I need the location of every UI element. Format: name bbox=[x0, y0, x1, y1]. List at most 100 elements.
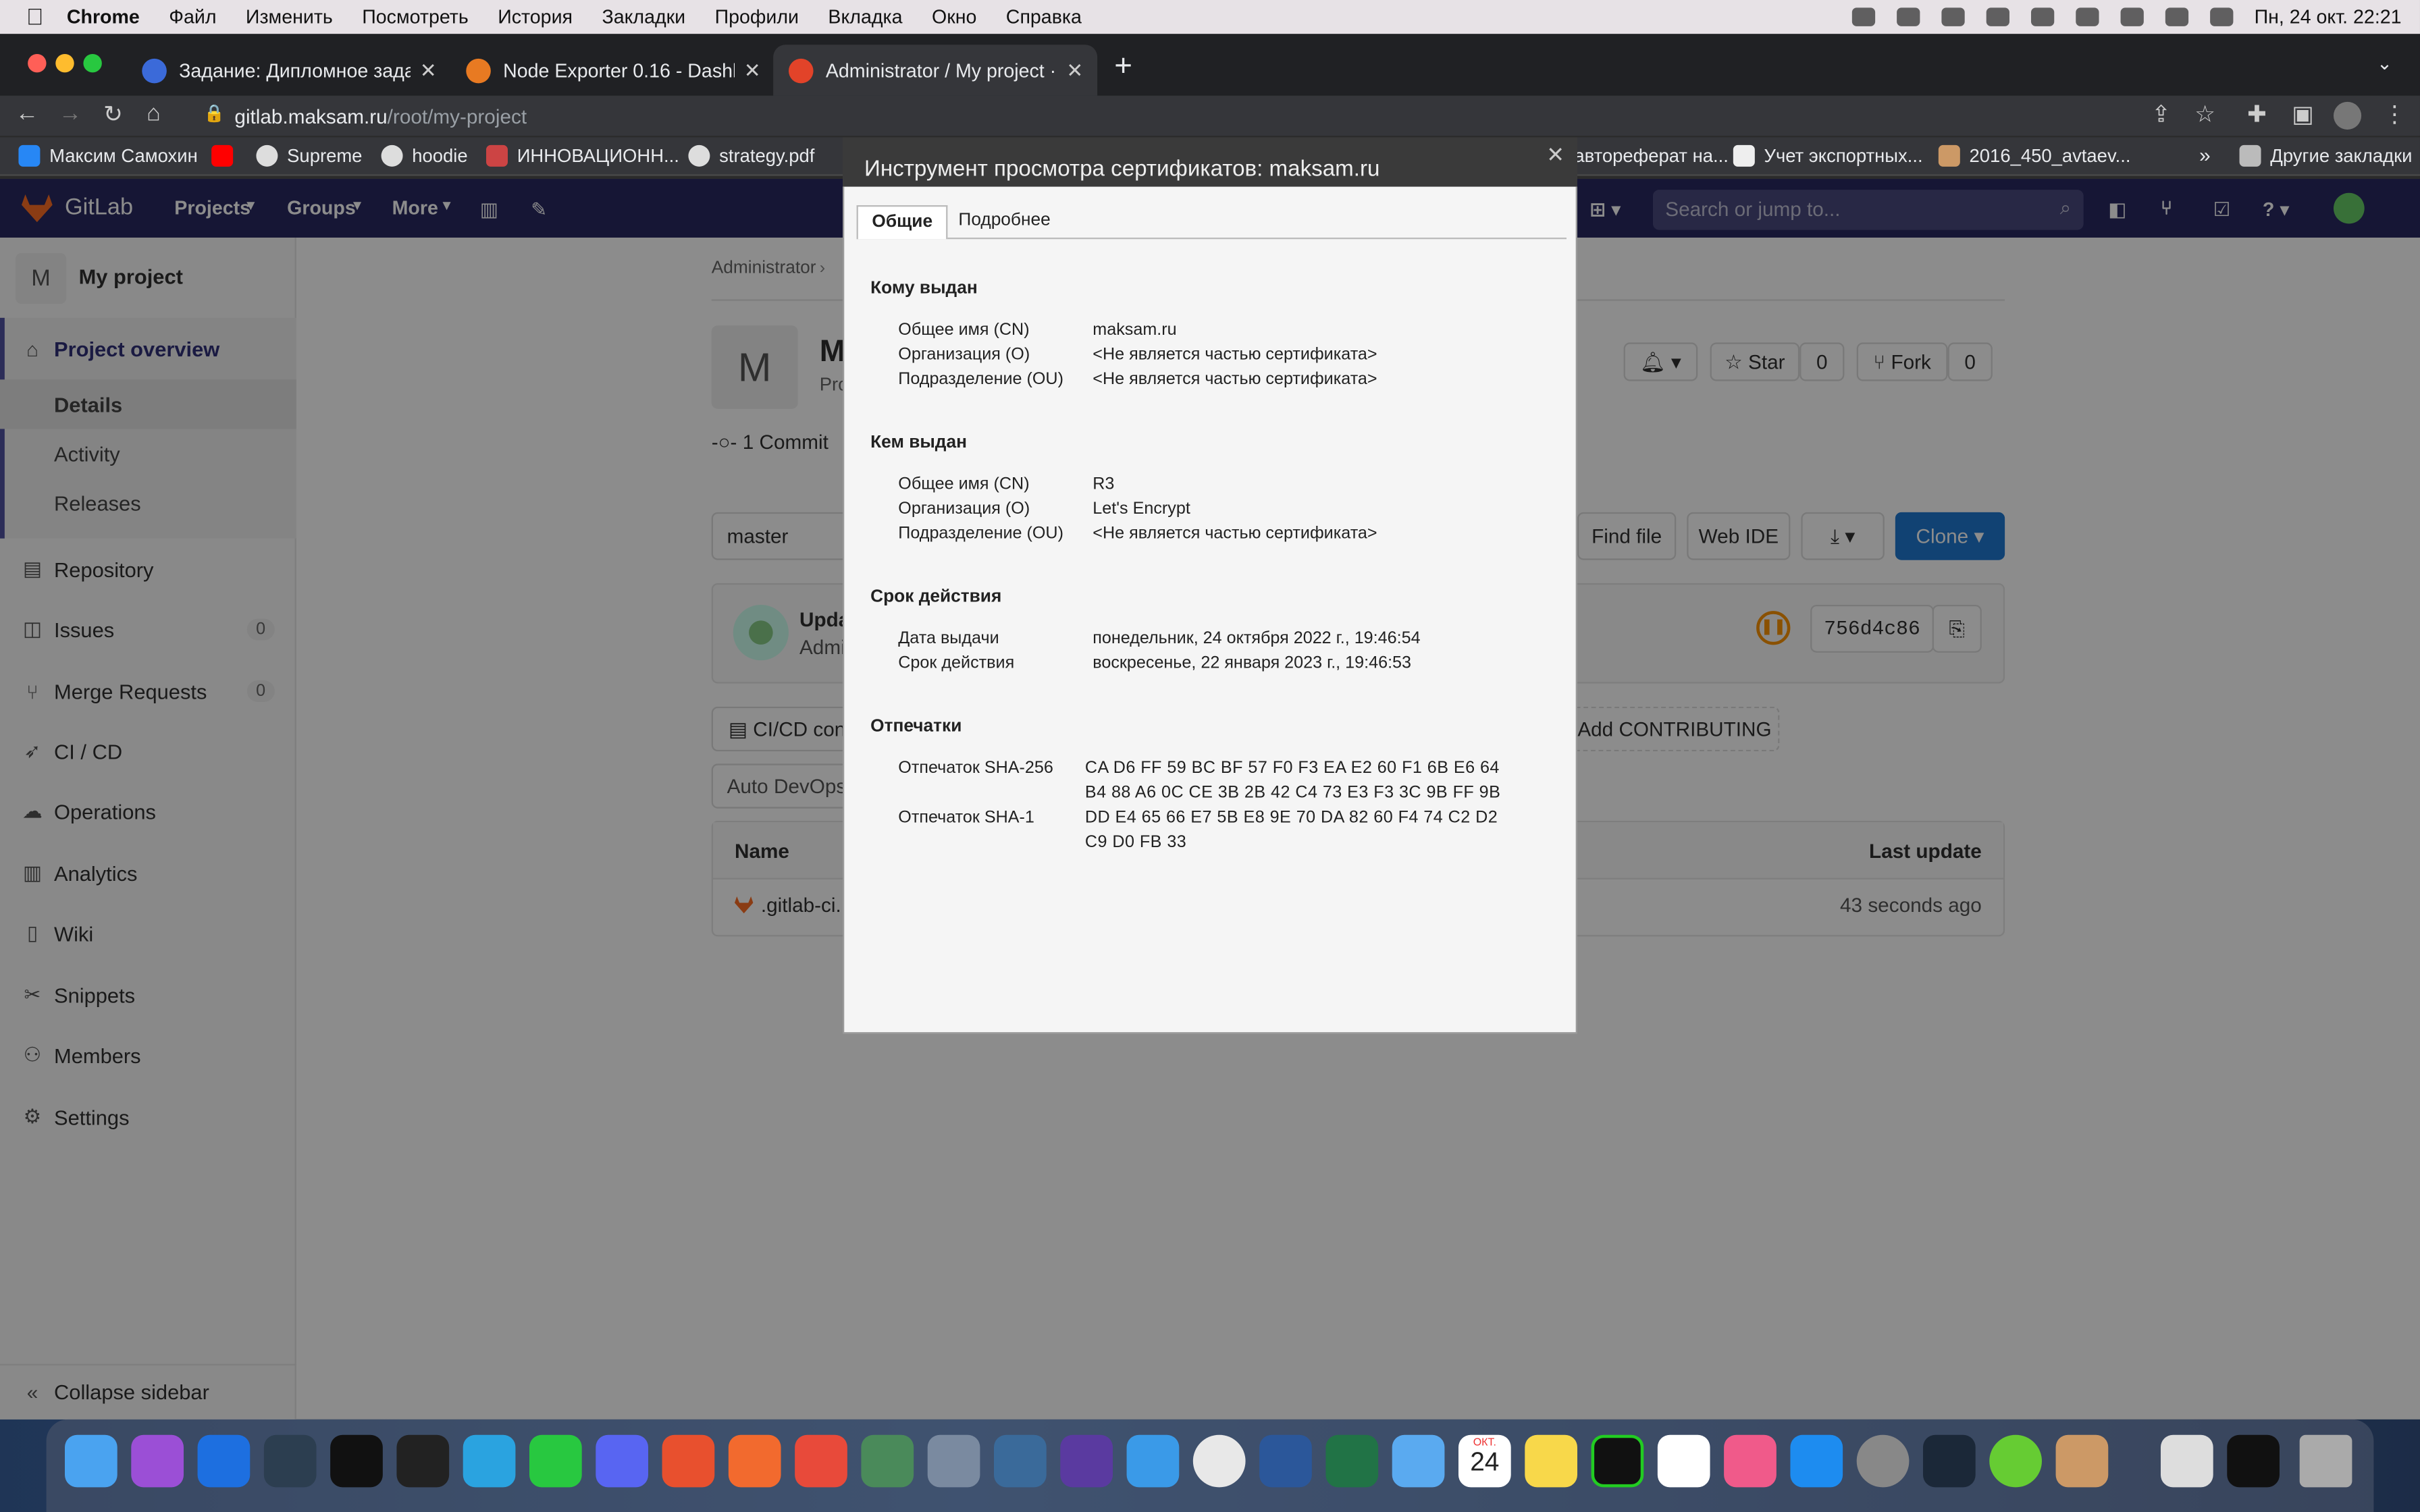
bookmark-strategy[interactable]: strategy.pdf bbox=[688, 144, 814, 167]
bookmark-supreme[interactable]: Supreme bbox=[256, 144, 362, 167]
home-icon[interactable]: ⌂ bbox=[147, 101, 161, 127]
menu-window[interactable]: Окно bbox=[932, 6, 976, 28]
share-icon[interactable]: ⇪ bbox=[2151, 101, 2171, 128]
remote-desktop-icon[interactable] bbox=[662, 1434, 715, 1488]
mysql-workbench-icon[interactable] bbox=[993, 1434, 1047, 1488]
tab-node-exporter[interactable]: Node Exporter 0.16 - Dashboard ✕ bbox=[450, 45, 771, 95]
bookmark-hoodie[interactable]: hoodie bbox=[381, 144, 468, 167]
new-tab-icon[interactable]: + bbox=[1114, 49, 1132, 85]
extensions-icon[interactable]: ✚ bbox=[2247, 101, 2267, 128]
menu-edit[interactable]: Изменить bbox=[246, 6, 333, 28]
issued-to-cn-value: maksam.ru bbox=[1093, 321, 1177, 340]
steam-icon[interactable] bbox=[1922, 1434, 1976, 1488]
mac-menubar:  Chrome Файл Изменить Посмотреть Истори… bbox=[0, 0, 2420, 34]
menu-profiles[interactable]: Профили bbox=[715, 6, 799, 28]
finder-icon[interactable] bbox=[64, 1434, 117, 1488]
reload-icon[interactable]: ↻ bbox=[103, 101, 123, 128]
lock-icon[interactable]: 🔒 bbox=[204, 103, 225, 123]
mail-icon[interactable] bbox=[1392, 1434, 1445, 1488]
chrome-icon[interactable] bbox=[1192, 1434, 1246, 1488]
sidepanel-icon[interactable]: ▣ bbox=[2292, 101, 2313, 128]
proton-vpn-icon[interactable] bbox=[1060, 1434, 1113, 1488]
close-dialog-icon[interactable]: ✕ bbox=[1546, 142, 1564, 168]
menu-help[interactable]: Справка bbox=[1006, 6, 1082, 28]
bookmark-export[interactable]: Учет экспортных... bbox=[1733, 144, 1923, 167]
address-bar[interactable]: 🔒 gitlab.maksam.ru/root/my-project bbox=[185, 96, 2191, 136]
music-icon[interactable] bbox=[1724, 1434, 1777, 1488]
system-preferences-icon[interactable] bbox=[1856, 1434, 1910, 1488]
terminal-icon[interactable] bbox=[330, 1434, 383, 1488]
tab-close-icon[interactable]: ✕ bbox=[744, 58, 761, 83]
whatsapp-icon[interactable] bbox=[529, 1434, 582, 1488]
minimize-window-button[interactable] bbox=[55, 53, 74, 73]
text-input-icon[interactable] bbox=[1896, 7, 1920, 26]
bookmark-youtube[interactable] bbox=[211, 144, 242, 167]
chrome-menu-icon[interactable]: ⋮ bbox=[2383, 101, 2406, 128]
bot-icon[interactable] bbox=[263, 1434, 317, 1488]
launchpad-icon[interactable] bbox=[2055, 1434, 2109, 1488]
menu-bookmarks[interactable]: Закладки bbox=[602, 6, 685, 28]
anydesk-icon[interactable] bbox=[795, 1434, 847, 1488]
notification-icon[interactable] bbox=[1851, 7, 1875, 26]
volume-icon[interactable] bbox=[1985, 7, 2009, 26]
zoom-window-button[interactable] bbox=[83, 53, 102, 73]
wifi-icon[interactable] bbox=[2120, 7, 2144, 26]
menu-history[interactable]: История bbox=[498, 6, 573, 28]
bookmark-innovation[interactable]: ИННОВАЦИОНН... bbox=[485, 144, 679, 167]
back-icon[interactable]: ← bbox=[16, 101, 38, 127]
calendar-icon[interactable]: ОКТ. 24 bbox=[1458, 1434, 1511, 1488]
virtualbox-icon[interactable] bbox=[927, 1434, 980, 1488]
tab-diploma[interactable]: Задание: Дипломное задание ✕ bbox=[126, 45, 450, 95]
battery-icon[interactable] bbox=[2075, 7, 2099, 26]
issued-to-o-label: Организация (O) bbox=[898, 345, 1030, 364]
bluetooth-icon[interactable] bbox=[1941, 7, 1964, 26]
more-bookmarks-icon[interactable]: » bbox=[2199, 144, 2211, 167]
forward-icon[interactable]: → bbox=[59, 101, 82, 127]
profile-avatar[interactable] bbox=[2333, 101, 2362, 130]
clock[interactable]: Пн, 24 окт. 22:21 bbox=[2255, 6, 2402, 28]
notion-icon[interactable] bbox=[1657, 1434, 1710, 1488]
expiry-date-label: Срок действия bbox=[898, 654, 1015, 673]
tab-close-icon[interactable]: ✕ bbox=[1066, 58, 1083, 83]
close-window-button[interactable] bbox=[28, 53, 47, 73]
menu-file[interactable]: Файл bbox=[169, 6, 216, 28]
activity-monitor-icon[interactable] bbox=[396, 1434, 450, 1488]
spotlight-icon[interactable] bbox=[2165, 7, 2188, 26]
trash-icon[interactable] bbox=[2299, 1434, 2352, 1488]
safari-icon[interactable] bbox=[1126, 1434, 1180, 1488]
word-icon[interactable] bbox=[1259, 1434, 1312, 1488]
app-store-icon[interactable] bbox=[1790, 1434, 1843, 1488]
utorrent-icon[interactable] bbox=[1989, 1434, 2042, 1488]
atom-icon[interactable] bbox=[861, 1434, 914, 1488]
pencil-app-icon[interactable] bbox=[728, 1434, 781, 1488]
notes-icon[interactable] bbox=[1525, 1434, 1577, 1488]
control-center-icon[interactable] bbox=[2209, 7, 2233, 26]
issued-to-ou-label: Подразделение (OU) bbox=[898, 370, 1063, 389]
bookmark-star-icon[interactable]: ☆ bbox=[2194, 101, 2215, 128]
tab-general[interactable]: Общие bbox=[856, 205, 948, 240]
bookmark-vk[interactable]: Максим Самохин bbox=[18, 144, 198, 167]
tab-details[interactable]: Подробнее bbox=[945, 205, 1064, 239]
discord-icon[interactable] bbox=[596, 1434, 648, 1488]
excel-icon[interactable] bbox=[1325, 1434, 1379, 1488]
menu-app[interactable]: Chrome bbox=[67, 6, 140, 28]
window-stack-icon[interactable] bbox=[2227, 1434, 2280, 1488]
podcasts-icon[interactable] bbox=[131, 1434, 184, 1488]
flag-icon[interactable] bbox=[2030, 7, 2054, 26]
w-icon bbox=[1733, 144, 1755, 167]
bookmark-autoreferat[interactable]: автореферат на... bbox=[1574, 145, 1728, 167]
menu-view[interactable]: Посмотреть bbox=[362, 6, 469, 28]
tab-search-icon[interactable]: ⌄ bbox=[2377, 53, 2392, 74]
issued-by-o-value: Let's Encrypt bbox=[1093, 500, 1190, 518]
downloads-stack-icon[interactable] bbox=[2160, 1434, 2213, 1488]
bookmark-2016[interactable]: 2016_450_avtaev... bbox=[1938, 144, 2130, 167]
globe-icon bbox=[381, 144, 403, 167]
app-store-dev-icon[interactable] bbox=[197, 1434, 251, 1488]
pycharm-icon[interactable] bbox=[1591, 1434, 1644, 1488]
menu-tab[interactable]: Вкладка bbox=[828, 6, 902, 28]
tab-gitlab[interactable]: Administrator / My project · GitLab ✕ bbox=[773, 45, 1098, 96]
bookmark-other[interactable]: Другие закладки bbox=[2239, 144, 2412, 167]
tab-close-icon[interactable]: ✕ bbox=[420, 58, 437, 83]
telegram-icon[interactable] bbox=[463, 1434, 516, 1488]
apple-icon[interactable]:  bbox=[26, 4, 44, 30]
